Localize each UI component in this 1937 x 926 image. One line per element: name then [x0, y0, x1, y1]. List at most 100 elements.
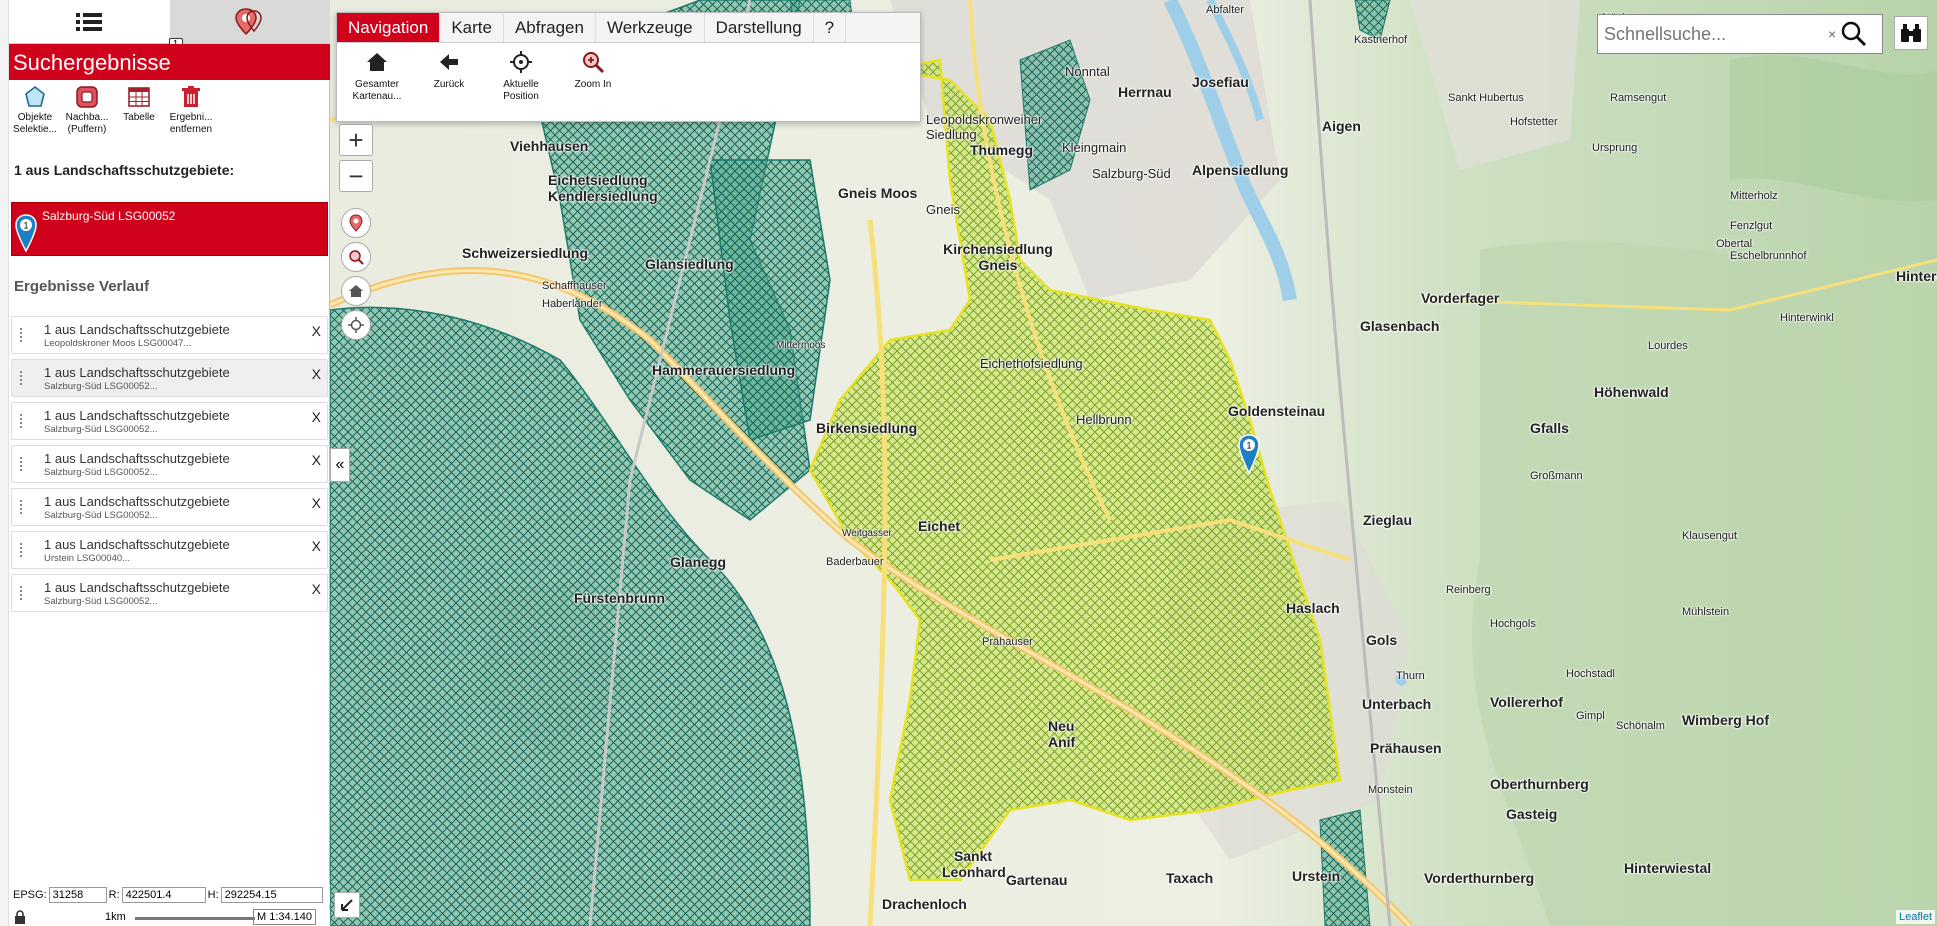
close-icon[interactable]: X: [312, 452, 321, 468]
h-label: H:: [207, 889, 219, 901]
drag-handle-icon[interactable]: [20, 328, 23, 342]
zoom-in-button[interactable]: Zoom In: [557, 49, 629, 103]
tab-list[interactable]: [9, 0, 170, 44]
drag-handle-icon[interactable]: [20, 457, 23, 471]
home-control[interactable]: [341, 276, 371, 306]
collapse-panel-button[interactable]: «: [330, 448, 350, 482]
table-button[interactable]: Tabelle: [113, 84, 165, 144]
current-position-label: Aktuelle Position: [503, 79, 539, 102]
buffer-icon: [76, 86, 98, 108]
history-item-subtitle: Salzburg-Süd LSG00052...: [44, 424, 158, 435]
plus-icon: +: [348, 124, 364, 155]
remove-results-label: Ergebni... entfernen: [169, 112, 213, 135]
map-markers-icon: [234, 7, 262, 35]
back-button[interactable]: Zurück: [413, 49, 485, 103]
attribution-link[interactable]: Leaflet: [1895, 910, 1935, 924]
tab-abfragen[interactable]: Abfragen: [504, 13, 596, 42]
scale-ratio[interactable]: M 1:34.140: [253, 909, 317, 925]
clear-icon[interactable]: ×: [1828, 26, 1836, 42]
history-item-subtitle: Leopoldskroner Moos LSG00047...: [44, 338, 192, 349]
history-item[interactable]: 1 aus Landschaftsschutzgebiete Leopoldskr…: [11, 316, 328, 354]
close-icon[interactable]: X: [312, 581, 321, 597]
close-icon[interactable]: X: [312, 409, 321, 425]
history-item-title: 1 aus Landschaftsschutzgebiete: [44, 322, 230, 337]
history-item[interactable]: 1 aus Landschaftsschutzgebiete Salzburg-S…: [11, 488, 328, 526]
panel-tabs: 1: [9, 0, 330, 52]
selected-result-label: Salzburg-Süd LSG00052: [42, 209, 176, 223]
close-icon[interactable]: X: [312, 538, 321, 554]
polygon-select-icon: [25, 85, 45, 107]
select-objects-button[interactable]: Objekte Selektie...: [9, 84, 61, 144]
history-item-title: 1 aus Landschaftsschutzgebiete: [44, 451, 230, 466]
double-chevron-left-icon: «: [335, 456, 345, 473]
search-icon[interactable]: [1840, 20, 1868, 48]
results-toolbar: Objekte Selektie... Nachba... (Puffern) …: [9, 84, 330, 144]
results-count-title: 1 aus Landschaftsschutzgebiete:: [14, 162, 235, 178]
remove-results-button[interactable]: Ergebni... entfernen: [165, 84, 217, 144]
selected-result-item[interactable]: 1 Salzburg-Süd LSG00052: [11, 202, 328, 256]
history-item[interactable]: 1 aus Landschaftsschutzgebiete Urstein LS…: [11, 531, 328, 569]
buffer-button[interactable]: Nachba... (Puffern): [61, 84, 113, 144]
locate-control[interactable]: [341, 310, 371, 340]
history-item-subtitle: Salzburg-Süd LSG00052...: [44, 467, 158, 478]
r-label: R:: [108, 889, 120, 901]
tab-map-markers[interactable]: 1: [168, 0, 330, 52]
zoom-out-control[interactable]: −: [339, 160, 373, 192]
history-item-title: 1 aus Landschaftsschutzgebiete: [44, 494, 230, 509]
quick-search: ×: [1597, 14, 1883, 54]
history-list: 1 aus Landschaftsschutzgebiete Leopoldskr…: [11, 316, 328, 617]
arrow-expand-icon: [341, 899, 353, 911]
left-panel: 1 Suchergebnisse Objekte Selektie... Nac…: [0, 0, 330, 926]
table-label: Tabelle: [123, 112, 155, 123]
history-item-title: 1 aus Landschaftsschutzgebiete: [44, 408, 230, 423]
history-item-title: 1 aus Landschaftsschutzgebiete: [44, 580, 230, 595]
tab-werkzeuge[interactable]: Werkzeuge: [596, 13, 705, 42]
home-icon: [367, 53, 387, 71]
tab-navigation[interactable]: Navigation: [337, 13, 441, 42]
map-view[interactable]: 1 Viehhausen Eichetsiedlung Kendlersiedl…: [330, 0, 1937, 926]
close-icon[interactable]: X: [312, 495, 321, 511]
location-pin-icon: [349, 214, 363, 232]
history-title: Ergebnisse Verlauf: [14, 278, 150, 295]
tab-karte[interactable]: Karte: [440, 13, 504, 42]
advanced-search-button[interactable]: [1894, 16, 1928, 50]
current-position-button[interactable]: Aktuelle Position: [485, 49, 557, 103]
zoom-in-control[interactable]: +: [339, 124, 373, 156]
history-item[interactable]: 1 aus Landschaftsschutzgebiete Salzburg-S…: [11, 359, 328, 397]
trash-icon: [182, 86, 200, 107]
tab-help[interactable]: ?: [814, 13, 847, 42]
lock-icon[interactable]: [13, 910, 27, 924]
drag-handle-icon[interactable]: [20, 414, 23, 428]
close-icon[interactable]: X: [312, 366, 321, 382]
drag-handle-icon[interactable]: [20, 371, 23, 385]
history-item[interactable]: 1 aus Landschaftsschutzgebiete Salzburg-S…: [11, 402, 328, 440]
arrow-left-icon: [440, 54, 458, 70]
zoom-selection-control[interactable]: [341, 242, 371, 272]
h-value[interactable]: 292254.15: [220, 887, 323, 903]
app-window: 1 Suchergebnisse Objekte Selektie... Nac…: [0, 0, 1937, 926]
marker-control[interactable]: [341, 208, 371, 238]
r-value[interactable]: 422501.4: [121, 887, 206, 903]
back-label: Zurück: [433, 79, 465, 90]
expand-map-button[interactable]: [334, 892, 360, 918]
history-item-subtitle: Salzburg-Süd LSG00052...: [44, 596, 158, 607]
drag-handle-icon[interactable]: [20, 543, 23, 557]
history-item-subtitle: Urstein LSG00040...: [44, 553, 131, 564]
coordinate-bar: EPSG: 31258 R: 422501.4 H: 292254.15: [9, 885, 330, 905]
list-icon: [76, 12, 103, 31]
search-input[interactable]: [1598, 23, 1828, 45]
history-item-subtitle: Salzburg-Süd LSG00052...: [44, 510, 158, 521]
table-icon: [128, 87, 150, 107]
history-item[interactable]: 1 aus Landschaftsschutzgebiete Salzburg-S…: [11, 574, 328, 612]
drag-handle-icon[interactable]: [20, 586, 23, 600]
epsg-value[interactable]: 31258: [48, 887, 107, 903]
zoom-in-label: Zoom In: [574, 79, 612, 90]
history-item[interactable]: 1 aus Landschaftsschutzgebiete Salzburg-S…: [11, 445, 328, 483]
navigation-menu: Navigation Karte Abfragen Werkzeuge Dars…: [336, 12, 921, 122]
full-extent-button[interactable]: Gesamter Kartenau...: [341, 49, 413, 103]
drag-handle-icon[interactable]: [20, 500, 23, 514]
close-icon[interactable]: X: [312, 323, 321, 339]
crosshair-icon: [510, 51, 532, 73]
tab-darstellung[interactable]: Darstellung: [705, 13, 814, 42]
scale-distance: 1km: [105, 911, 126, 923]
